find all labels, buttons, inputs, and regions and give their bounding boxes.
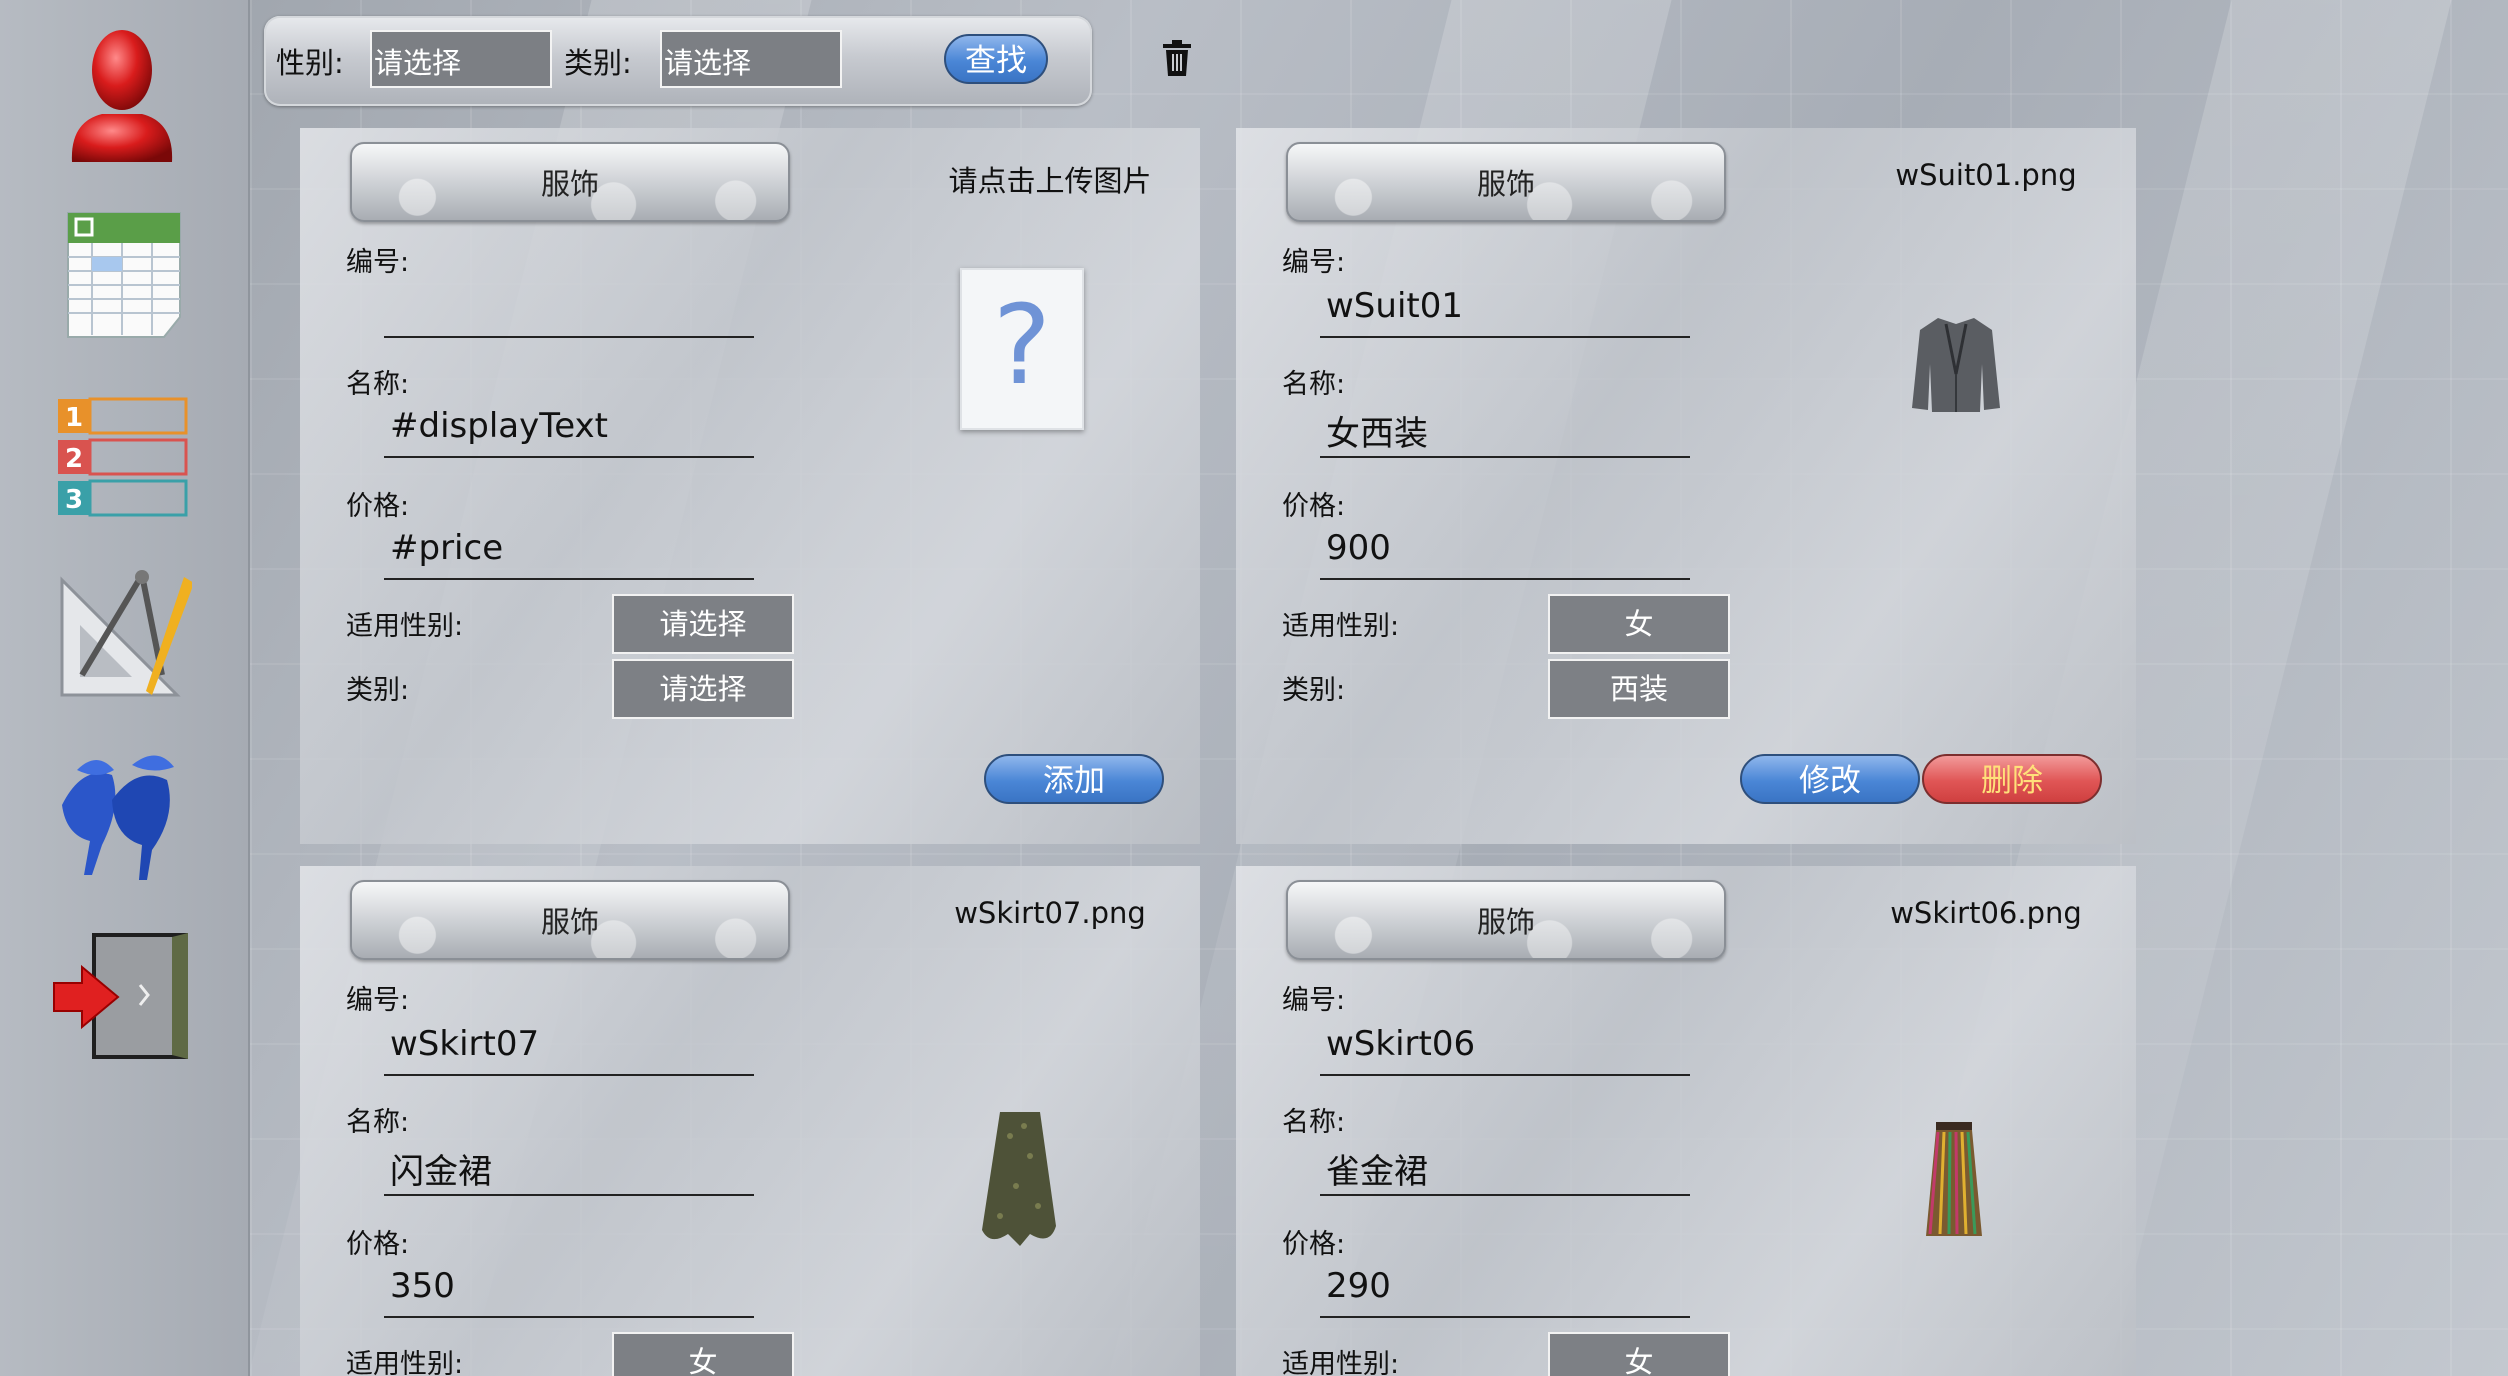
- category-group-button[interactable]: 服饰: [350, 880, 790, 960]
- id-label: 编号:: [1282, 985, 1346, 1016]
- product-image-jacket[interactable]: [1896, 304, 2016, 464]
- image-filename: 请点击上传图片: [948, 164, 1152, 198]
- filter-bar: 性别: 请选择 类别: 请选择 查找: [264, 16, 1191, 106]
- category-select[interactable]: 西装: [1548, 659, 1730, 719]
- name-input[interactable]: #displayText: [384, 406, 754, 458]
- edit-button[interactable]: 修改: [1740, 754, 1920, 804]
- svg-text:1: 1: [65, 403, 83, 433]
- gender-select[interactable]: 女: [612, 1332, 794, 1376]
- name-input[interactable]: 闪金裙: [384, 1144, 754, 1196]
- delete-button[interactable]: 删除: [1922, 754, 2102, 804]
- category-filter-select[interactable]: 请选择: [660, 30, 842, 88]
- gender-label: 适用性别:: [346, 611, 464, 642]
- spreadsheet-icon[interactable]: [52, 205, 192, 345]
- product-card: 服饰 wSuit01.png 编号: wSuit01 名称: 女西装 价格: 9…: [1236, 128, 2136, 844]
- exit-door-icon[interactable]: [52, 925, 192, 1065]
- trash-icon[interactable]: [1160, 38, 1194, 78]
- svg-text:2: 2: [65, 444, 83, 474]
- image-filename: wSkirt06.png: [1890, 896, 2082, 930]
- name-input[interactable]: 雀金裙: [1320, 1144, 1690, 1196]
- gender-select[interactable]: 女: [1548, 594, 1730, 654]
- id-label: 编号:: [346, 247, 410, 278]
- id-input[interactable]: wSkirt07: [384, 1024, 754, 1076]
- gender-label: 适用性别:: [1282, 1349, 1400, 1376]
- category-group-button[interactable]: 服饰: [350, 142, 790, 222]
- id-label: 编号:: [1282, 247, 1346, 278]
- price-input[interactable]: 350: [384, 1266, 754, 1318]
- image-filename: wSkirt07.png: [954, 896, 1146, 930]
- price-label: 价格:: [1282, 1229, 1346, 1260]
- add-button[interactable]: 添加: [984, 754, 1164, 804]
- id-label: 编号:: [346, 985, 410, 1016]
- question-mark-icon: ?: [992, 281, 1052, 409]
- name-label: 名称:: [1282, 1107, 1346, 1138]
- svg-text:3: 3: [65, 485, 83, 515]
- id-input[interactable]: wSkirt06: [1320, 1024, 1690, 1076]
- product-card: 服饰 wSkirt06.png 编号: wSkirt06 名称: 雀金裙 价格:…: [1236, 866, 2136, 1376]
- category-filter-label: 类别:: [564, 46, 632, 80]
- id-input[interactable]: [384, 286, 754, 338]
- price-input[interactable]: 290: [1320, 1266, 1690, 1318]
- user-icon[interactable]: [52, 22, 192, 162]
- price-input[interactable]: 900: [1320, 528, 1690, 580]
- gender-filter-label: 性别:: [276, 46, 344, 80]
- search-button[interactable]: 查找: [944, 34, 1048, 84]
- category-group-button[interactable]: 服饰: [1286, 880, 1726, 960]
- shoes-icon[interactable]: [52, 745, 192, 885]
- numbered-list-icon[interactable]: 1 2 3: [52, 385, 192, 525]
- price-label: 价格:: [1282, 491, 1346, 522]
- drafting-tools-icon[interactable]: [52, 565, 194, 705]
- product-image-skirt[interactable]: [960, 1106, 1080, 1266]
- gender-select[interactable]: 女: [1548, 1332, 1730, 1376]
- price-label: 价格:: [346, 491, 410, 522]
- category-label: 类别:: [346, 675, 410, 706]
- image-filename: wSuit01.png: [1895, 158, 2077, 192]
- gender-label: 适用性别:: [346, 1349, 464, 1376]
- price-input[interactable]: #price: [384, 528, 754, 580]
- sidebar: 1 2 3: [0, 0, 250, 1376]
- gender-filter-select[interactable]: 请选择: [370, 30, 552, 88]
- product-card-new: 服饰 请点击上传图片 编号: 名称: #displayText 价格: #pri…: [300, 128, 1200, 844]
- image-upload-placeholder[interactable]: ?: [960, 268, 1084, 430]
- product-image-pleated-skirt[interactable]: [1896, 1116, 2016, 1276]
- name-label: 名称:: [1282, 369, 1346, 400]
- gender-select[interactable]: 请选择: [612, 594, 794, 654]
- name-label: 名称:: [346, 1107, 410, 1138]
- name-input[interactable]: 女西装: [1320, 406, 1690, 458]
- price-label: 价格:: [346, 1229, 410, 1260]
- category-select[interactable]: 请选择: [612, 659, 794, 719]
- gender-label: 适用性别:: [1282, 611, 1400, 642]
- category-group-button[interactable]: 服饰: [1286, 142, 1726, 222]
- product-card: 服饰 wSkirt07.png 编号: wSkirt07 名称: 闪金裙 价格:…: [300, 866, 1200, 1376]
- id-input[interactable]: wSuit01: [1320, 286, 1690, 338]
- category-label: 类别:: [1282, 675, 1346, 706]
- name-label: 名称:: [346, 369, 410, 400]
